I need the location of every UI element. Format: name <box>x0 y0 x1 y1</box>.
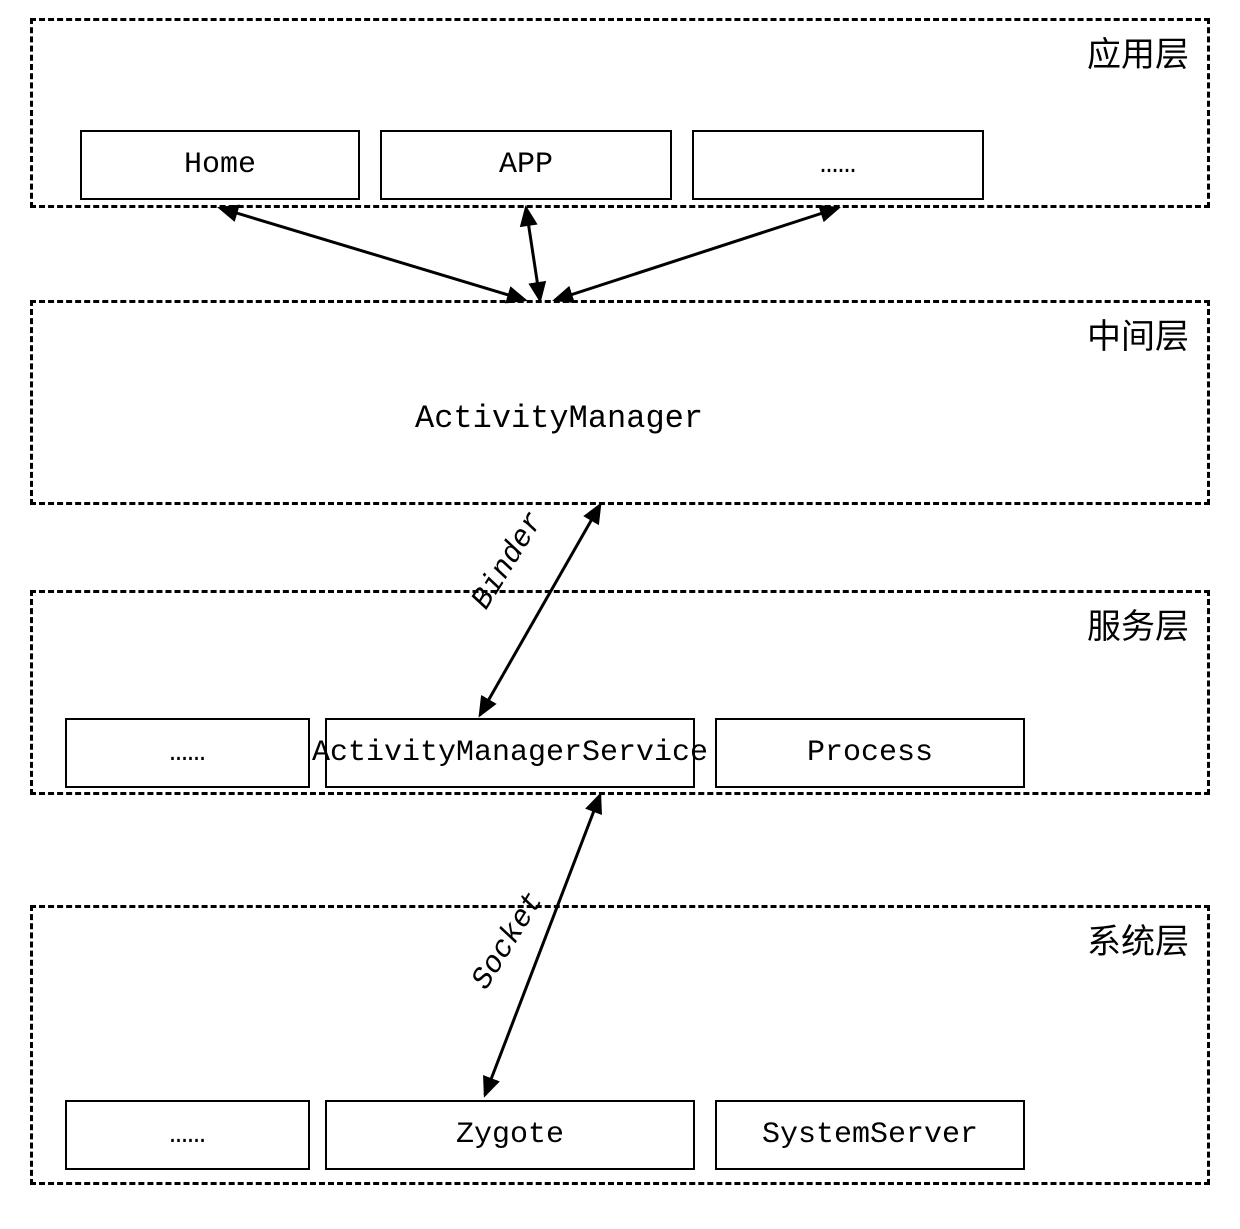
box-systemserver-text: SystemServer <box>762 1118 978 1152</box>
box-process-text: Process <box>807 736 933 770</box>
activity-manager-text: ActivityManager <box>415 400 703 437</box>
box-app-more: …… <box>692 130 984 200</box>
box-home: Home <box>80 130 360 200</box>
box-system-more: …… <box>65 1100 310 1170</box>
box-app-text: APP <box>499 148 553 182</box>
box-process: Process <box>715 718 1025 788</box>
diagram-canvas: 应用层 Home APP …… 中间层 ActivityManager 服务层 … <box>0 0 1240 1229</box>
layer-service-label: 服务层 <box>1087 599 1189 648</box>
layer-system-label: 系统层 <box>1087 914 1189 963</box>
box-zygote-text: Zygote <box>456 1118 564 1152</box>
box-app: APP <box>380 130 672 200</box>
box-systemserver: SystemServer <box>715 1100 1025 1170</box>
box-service-more: …… <box>65 718 310 788</box>
box-zygote: Zygote <box>325 1100 695 1170</box>
layer-middle-label: 中间层 <box>1087 309 1189 358</box>
box-service-more-text: …… <box>169 736 205 770</box>
box-system-more-text: …… <box>169 1118 205 1152</box>
box-ams-text: ActivityManagerService <box>312 736 708 770</box>
box-ams: ActivityManagerService <box>325 718 695 788</box>
box-home-text: Home <box>184 148 256 182</box>
layer-app-label: 应用层 <box>1087 27 1189 76</box>
box-app-more-text: …… <box>820 148 856 182</box>
